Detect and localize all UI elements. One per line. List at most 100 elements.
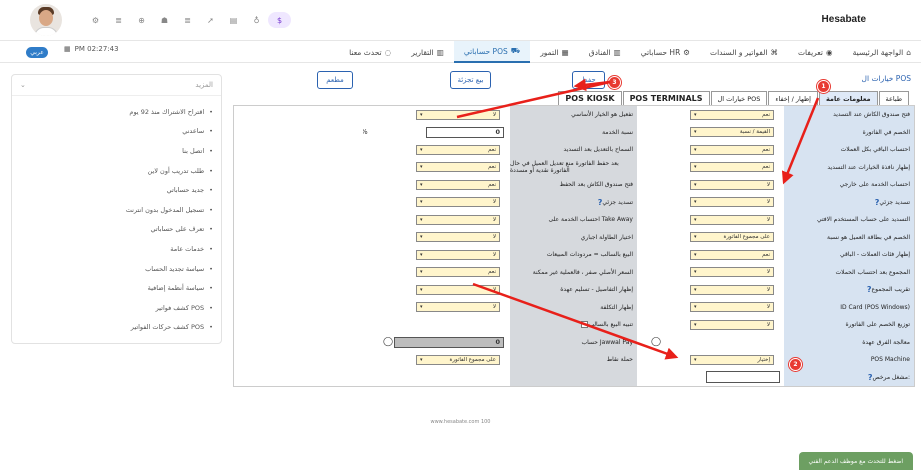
number-input[interactable]: 0 — [394, 336, 504, 348]
select-field[interactable]: ▾ نعم — [690, 249, 774, 260]
app-logo[interactable]: Hesabate — [822, 14, 866, 25]
number-input[interactable]: 0 — [426, 126, 504, 138]
select-field[interactable]: ▾ نعم — [416, 267, 500, 278]
select-field[interactable]: ▾ لا — [690, 214, 774, 225]
save-button[interactable]: حفظ — [572, 71, 605, 89]
tab-1[interactable]: معلومات عامة — [818, 91, 878, 105]
database-icon[interactable]: ≣ — [107, 12, 130, 28]
search-icon[interactable]: ◯ — [383, 337, 393, 347]
search-icon[interactable]: ◯ — [651, 337, 661, 347]
select-field[interactable]: ▾ لا — [416, 197, 500, 208]
nav-item-8[interactable]: تحدث معنا ◌ — [339, 41, 401, 63]
nav-item-3[interactable]: حساباتي HR ⚙ — [631, 41, 700, 63]
option-label-text: إظهار فئات العملات - الباقي — [840, 251, 910, 259]
sidebar-link[interactable]: طلب تدريب أون لاين — [12, 161, 213, 181]
sidebar-link[interactable]: اقتراح الاشتراك منذ 92 يوم — [12, 102, 213, 122]
sidebar-link[interactable]: كشف حركات الفواتير POS — [12, 318, 213, 338]
rocket-icon[interactable]: ➚ — [199, 12, 222, 28]
select-field[interactable]: ▾ إختيار — [690, 354, 774, 365]
checkbox[interactable] — [581, 321, 589, 329]
tag-icon: ⌘ — [770, 47, 778, 57]
option-value — [234, 368, 363, 386]
sidebar-link[interactable]: ساعدني — [12, 122, 213, 142]
select-field[interactable]: ▾ لا — [690, 179, 774, 190]
select-field[interactable]: ▾ القيمة / نسبة — [690, 127, 774, 138]
select-field[interactable]: ▾ لا — [416, 249, 500, 260]
dollar-circle-icon[interactable]: $ — [268, 12, 291, 28]
nav-item-2[interactable]: الفواتير و السندات ⌘ — [700, 41, 788, 63]
sidebar-link[interactable]: كشف فواتير POS — [12, 298, 213, 318]
nav-item-label: التمور — [540, 47, 559, 57]
support-chat-button[interactable]: اضغط للتحدث مع موظف الدعم الفني — [798, 452, 913, 470]
sidebar-link[interactable]: جديد حساباتي — [12, 180, 213, 200]
tab-2[interactable]: إظهار / إخفاء — [768, 91, 818, 105]
nav-item-4[interactable]: الفنادق ▥ — [579, 41, 631, 63]
select-field[interactable]: ▾ نعم — [416, 144, 500, 155]
sidebar-link[interactable]: سياسة أنظمة إضافية — [12, 278, 213, 298]
select-field[interactable]: ▾ لا — [416, 232, 500, 243]
tab-0[interactable]: طباعة — [878, 91, 909, 105]
option-value — [234, 263, 363, 281]
option-label-text: الخصم في بطاقة العميل هو نسبة — [826, 233, 910, 241]
option-label-text: حملة نقاط — [606, 356, 633, 364]
select-field[interactable]: ▾ لا — [690, 319, 774, 330]
select-field[interactable]: ▾ نعم — [416, 179, 500, 190]
option-label-text: فتح صندوق الكاش عند التسديد — [833, 111, 910, 119]
sidebar-link[interactable]: خدمات عامة — [12, 239, 213, 259]
plus-circle-icon[interactable]: ⊕ — [130, 12, 153, 28]
chevron-down-icon: ▾ — [694, 269, 697, 276]
select-field[interactable]: ▾ لا — [690, 197, 774, 208]
options-row: توزيع الخصم على الفاتورة ▾ لا تنبيه البيع ب… — [234, 316, 914, 334]
sidebar-link[interactable]: تعرف على حساباتي — [12, 220, 213, 240]
select-field[interactable]: ▾ نعم — [690, 144, 774, 155]
settings-icon[interactable]: ⚙ — [84, 12, 107, 28]
tab-3[interactable]: خيارات ال POS — [710, 91, 768, 105]
nav-item-7[interactable]: التقارير ▥ — [401, 41, 454, 63]
select-field[interactable]: ▾ لا — [690, 302, 774, 313]
chevron-down-icon[interactable]: ⌄ — [20, 81, 26, 89]
nav-item-label: تعريفات — [797, 47, 824, 57]
nav-item-label: التقارير — [411, 47, 434, 57]
select-field[interactable]: ▾ نعم — [690, 162, 774, 173]
option-label: فتح صندوق الكاش عند التسديد — [784, 106, 914, 124]
document-icon[interactable]: ▤ — [222, 12, 245, 28]
language-button[interactable]: عربي — [26, 47, 48, 58]
chevron-down-icon: ▾ — [420, 234, 423, 241]
select-field[interactable]: ▾ لا — [416, 284, 500, 295]
sidebar-link[interactable]: سياسة تجديد الحساب — [12, 259, 213, 279]
select-field[interactable]: ▾ على مجموع الفاتورة — [690, 232, 774, 243]
option-value — [361, 316, 510, 334]
select-field[interactable]: ▾ لا — [416, 214, 500, 225]
option-label: فتح صندوق الكاش بعد الحفظ — [510, 176, 637, 194]
sidebar-header[interactable]: ⌄ المزيد — [12, 75, 221, 96]
select-field[interactable]: ▾ لا — [690, 267, 774, 278]
select-field[interactable]: ▾ نعم — [690, 109, 774, 120]
option-label-text: احتساب الباقي بكل العملات — [840, 146, 910, 154]
select-field[interactable]: ▾ لا — [416, 109, 500, 120]
sidebar-link[interactable]: تسجيل المدخول بدون انترنت — [12, 200, 213, 220]
android-icon[interactable]: ☗ — [153, 12, 176, 28]
option-value: ◯ 0 — [361, 333, 510, 351]
restaurant-button[interactable]: مطعم — [317, 71, 353, 89]
licensed-operator-input[interactable] — [706, 371, 780, 384]
nav-item-0[interactable]: الواجهة الرئيسية ⌂ — [843, 41, 921, 63]
database-icon[interactable]: ≣ — [176, 12, 199, 28]
avatar[interactable] — [30, 4, 62, 36]
tab-4[interactable]: POS TERMINALS — [622, 91, 710, 105]
chevron-down-icon: ▾ — [694, 146, 697, 153]
gear-icon: ⚙ — [683, 47, 691, 57]
option-label: اختيار الطاولة اجباري — [510, 228, 637, 246]
retail-button[interactable]: بيع تجزئة — [450, 71, 491, 89]
tab-5[interactable]: POS KIOSK — [558, 91, 622, 105]
sack-icon[interactable]: ♁ — [245, 12, 268, 28]
pos-options-panel: خيارات ال POS مطعم بيع تجزئة حفظ طباعة مع… — [233, 64, 915, 396]
nav-item-1[interactable]: تعريفات ◉ — [788, 41, 843, 63]
select-field[interactable]: ▾ نعم — [416, 162, 500, 173]
nav-item-6[interactable]: حساباتي POS ⛟ — [453, 41, 531, 63]
select-field[interactable]: ▾ على مجموع الفاتورة — [416, 354, 500, 365]
select-field[interactable]: ▾ لا — [690, 284, 774, 295]
select-field[interactable]: ▾ لا — [416, 302, 500, 313]
sidebar-link[interactable]: اتصل بنا — [12, 141, 213, 161]
nav-item-5[interactable]: التمور ▦ — [530, 41, 579, 63]
calculator-icon[interactable]: ▦ — [64, 45, 71, 53]
